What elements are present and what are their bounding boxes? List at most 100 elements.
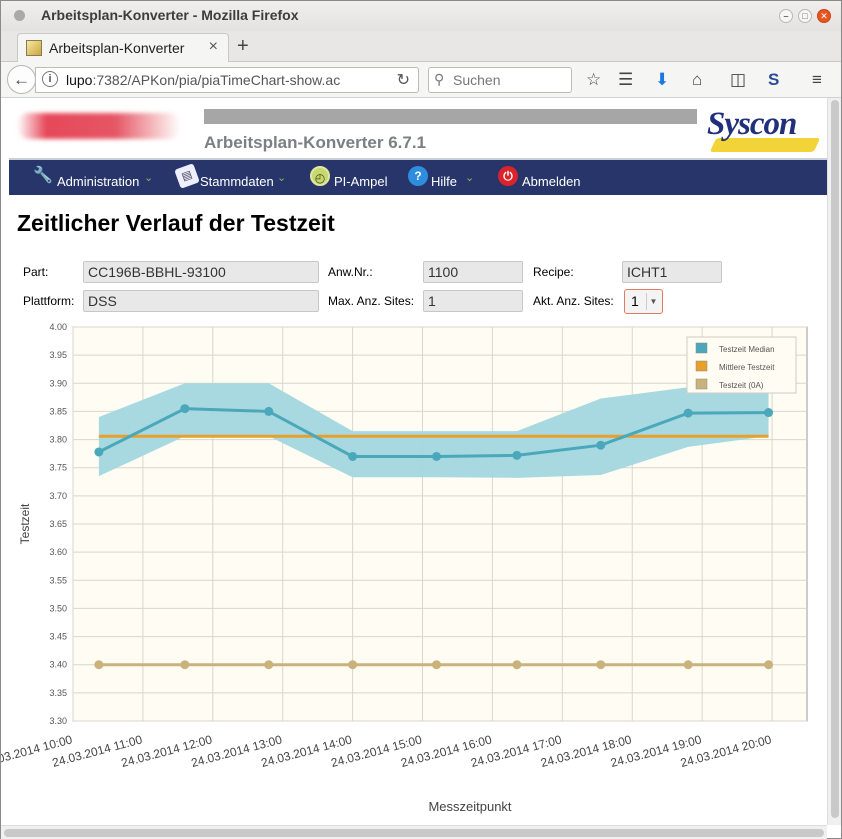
y-tick-label: 3.45: [49, 632, 67, 642]
testzeit-0a-point: [683, 660, 693, 670]
plattform-label: Plattform:: [23, 294, 75, 308]
testzeit-median-point: [512, 450, 522, 460]
testzeit-0a-point: [512, 660, 522, 670]
window-menu-icon[interactable]: [14, 10, 25, 21]
recipe-field[interactable]: ICHT1: [622, 261, 722, 283]
menu-item-administration[interactable]: 🔧 Administration ⌄: [33, 160, 163, 195]
search-icon: ⚲: [434, 71, 445, 87]
home-icon[interactable]: ⌂: [692, 70, 702, 90]
favicon-icon: [26, 40, 42, 56]
app-title: Arbeitsplan-Konverter 6.7.1: [204, 133, 427, 152]
menu-item-hilfe[interactable]: ? Hilfe ⌄: [408, 160, 478, 195]
reload-icon[interactable]: ↻: [397, 70, 410, 90]
legend-swatch: [695, 360, 708, 372]
horizontal-scroll-thumb[interactable]: [4, 829, 824, 837]
recipe-label: Recipe:: [533, 265, 574, 279]
horizontal-scrollbar[interactable]: [1, 825, 827, 839]
y-tick-label: 3.80: [49, 435, 67, 445]
part-field[interactable]: CC196B-BBHL-93100: [83, 261, 319, 283]
akt-sites-label: Akt. Anz. Sites:: [533, 294, 614, 308]
akt-sites-select[interactable]: 1 ▼: [624, 289, 663, 314]
card-icon: ▤: [174, 163, 200, 189]
menu-item-abmelden[interactable]: ⏻ Abmelden: [498, 160, 588, 195]
page-content: Arbeitsplan-Konverter 6.7.1 Syscon 🔧 Adm…: [1, 98, 827, 825]
syscon-logo: Syscon: [705, 104, 821, 154]
close-window-button[interactable]: ✕: [817, 9, 831, 23]
y-tick-label: 3.75: [49, 463, 67, 473]
url-bar[interactable]: i lupo:7382/APKon/pia/piaTimeChart-show.…: [35, 67, 419, 93]
legend-swatch: [695, 378, 708, 390]
y-tick-label: 3.95: [49, 350, 67, 360]
chevron-down-icon: ⌄: [144, 172, 154, 184]
window-title: Arbeitsplan-Konverter - Mozilla Firefox: [41, 7, 299, 23]
max-sites-field[interactable]: 1: [423, 290, 523, 312]
testzeit-0a-point: [94, 660, 104, 670]
vertical-scrollbar[interactable]: [827, 98, 841, 825]
search-input[interactable]: ⚲ Suchen: [428, 67, 572, 93]
y-tick-label: 3.90: [49, 378, 67, 388]
akt-sites-value: 1: [631, 293, 639, 309]
menu-item-pi-ampel[interactable]: ◴ PI-Ampel: [310, 160, 390, 195]
minimize-button[interactable]: –: [779, 9, 793, 23]
help-icon: ?: [408, 166, 428, 186]
pocket-icon[interactable]: ◫: [730, 70, 746, 90]
testzeit-median-point: [432, 451, 442, 461]
testzeit-0a-point: [180, 660, 190, 670]
testzeit-median-point: [264, 406, 274, 416]
menu-item-stammdaten[interactable]: ▤ Stammdaten ⌄: [174, 160, 291, 195]
title-bar: Arbeitsplan-Konverter - Mozilla Firefox …: [1, 1, 841, 31]
search-placeholder: Suchen: [453, 72, 501, 88]
browser-window: Arbeitsplan-Konverter - Mozilla Firefox …: [0, 0, 842, 839]
menu-label-pi-ampel: PI-Ampel: [334, 174, 388, 189]
tab-bar: Arbeitsplan-Konverter ×: [1, 31, 841, 63]
y-tick-label: 3.85: [49, 406, 67, 416]
y-axis-title: Testzeit: [18, 503, 32, 544]
close-tab-icon[interactable]: ×: [209, 38, 218, 56]
y-tick-label: 3.30: [49, 716, 67, 726]
x-axis-title: Messzeitpunkt: [428, 799, 511, 814]
y-tick-label: 3.65: [49, 519, 67, 529]
testzeit-0a-point: [264, 660, 274, 670]
testzeit-median-point: [348, 451, 358, 461]
legend-label: Mittlere Testzeit: [719, 363, 775, 372]
back-button[interactable]: ←: [7, 65, 36, 94]
reader-list-icon[interactable]: ☰: [618, 70, 633, 90]
navigation-toolbar: ← i lupo:7382/APKon/pia/piaTimeChart-sho…: [1, 62, 841, 98]
hamburger-menu-icon[interactable]: ≡: [812, 70, 822, 90]
testzeit-median-point: [180, 404, 190, 414]
bookmark-star-icon[interactable]: ☆: [586, 70, 601, 90]
new-tab-button[interactable]: +: [237, 35, 249, 58]
url-text[interactable]: lupo:7382/APKon/pia/piaTimeChart-show.ac: [66, 72, 366, 88]
y-tick-label: 3.35: [49, 688, 67, 698]
testzeit-median-point: [683, 408, 693, 418]
menu-label-stammdaten: Stammdaten: [200, 174, 274, 189]
testzeit-0a-point: [596, 660, 606, 670]
y-tick-label: 4.00: [49, 323, 67, 332]
logo-text: Syscon: [707, 106, 797, 142]
url-host: lupo: [66, 72, 93, 88]
download-icon[interactable]: ⬇: [655, 70, 669, 90]
anw-nr-field[interactable]: 1100: [423, 261, 523, 283]
legend-swatch: [695, 342, 708, 354]
page-title: Zeitlicher Verlauf der Testzeit: [17, 210, 335, 236]
testzeit-median-point: [596, 440, 606, 450]
browser-tab[interactable]: Arbeitsplan-Konverter ×: [17, 33, 229, 63]
power-icon: ⏻: [498, 166, 518, 186]
testzeit-0a-point: [432, 660, 442, 670]
menu-label-abmelden: Abmelden: [522, 174, 581, 189]
site-info-icon[interactable]: i: [42, 71, 58, 87]
vertical-scroll-thumb[interactable]: [831, 100, 839, 818]
maximize-button[interactable]: □: [798, 9, 812, 23]
chevron-down-icon: ▼: [646, 293, 660, 310]
legend-label: Testzeit Median: [719, 345, 775, 354]
anw-nr-label: Anw.Nr.:: [328, 265, 373, 279]
plattform-field[interactable]: DSS: [83, 290, 319, 312]
wrench-icon: 🔧: [33, 167, 53, 184]
y-tick-label: 3.70: [49, 491, 67, 501]
tab-title: Arbeitsplan-Konverter: [49, 40, 185, 56]
clock-icon: ◴: [310, 166, 330, 186]
testzeit-chart: 4.00 3.95 3.90 3.85 3.80 3.75 3.70 3.65 3.60 3.55…: [1, 323, 808, 814]
y-tick-label: 3.50: [49, 603, 67, 613]
sync-addon-icon[interactable]: S: [768, 70, 779, 90]
blurred-brand-logo: [17, 113, 181, 139]
